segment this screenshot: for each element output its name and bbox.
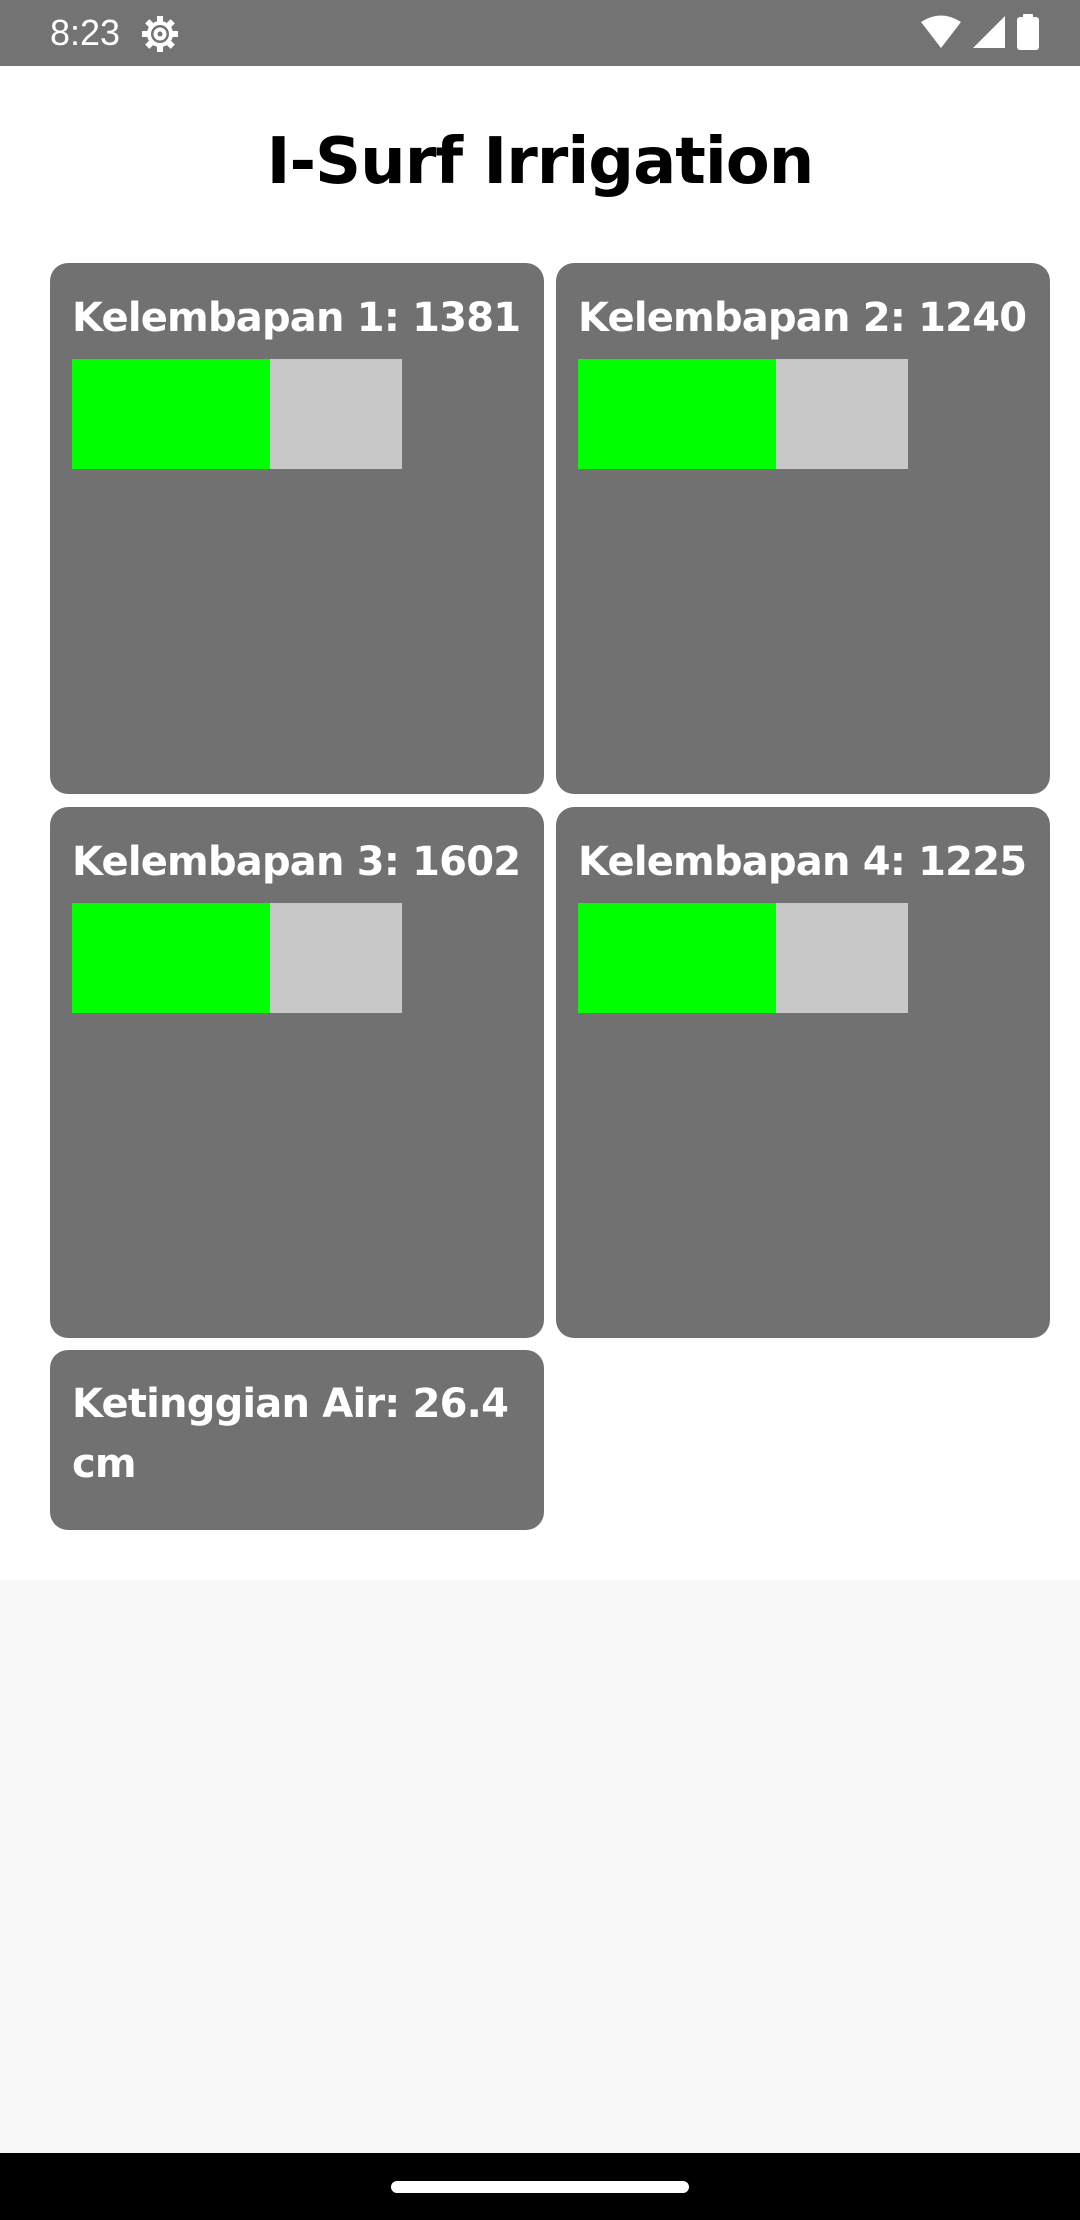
status-icons [920,14,1040,54]
main-content: I-Surf Irrigation Kelembapan 1: 1381 Kel… [0,66,1080,1580]
sensor-card-4: Kelembapan 4: 1225 [556,807,1050,1338]
moisture-bar [72,903,402,1013]
moisture-bar-fill [72,903,270,1013]
settings-gear-icon [140,14,180,54]
navigation-bar [0,2153,1080,2220]
moisture-bar-fill [578,903,776,1013]
moisture-bar [72,359,402,469]
status-time: 8:23 [50,12,121,53]
moisture-bar [578,359,908,469]
cellular-signal-icon [972,15,1006,53]
status-bar: 8:23 [0,0,1080,66]
battery-icon [1016,14,1040,54]
moisture-bar-fill [578,359,776,469]
sensor-card-1: Kelembapan 1: 1381 [50,263,544,794]
moisture-bar [578,903,908,1013]
sensor-card-2: Kelembapan 2: 1240 [556,263,1050,794]
wifi-icon [920,15,962,53]
sensor-label: Kelembapan 2: 1240 [578,295,1027,341]
moisture-bar-fill [72,359,270,469]
water-level-label: Ketinggian Air: 26.4 cm [72,1381,509,1487]
sensor-card-3: Kelembapan 3: 1602 [50,807,544,1338]
home-gesture-handle[interactable] [391,2181,689,2193]
sensor-label: Kelembapan 3: 1602 [72,839,521,885]
water-level-card: Ketinggian Air: 26.4 cm [50,1350,544,1530]
page-title: I-Surf Irrigation [266,125,815,199]
sensor-label: Kelembapan 1: 1381 [72,295,521,341]
sensor-label: Kelembapan 4: 1225 [578,839,1027,885]
